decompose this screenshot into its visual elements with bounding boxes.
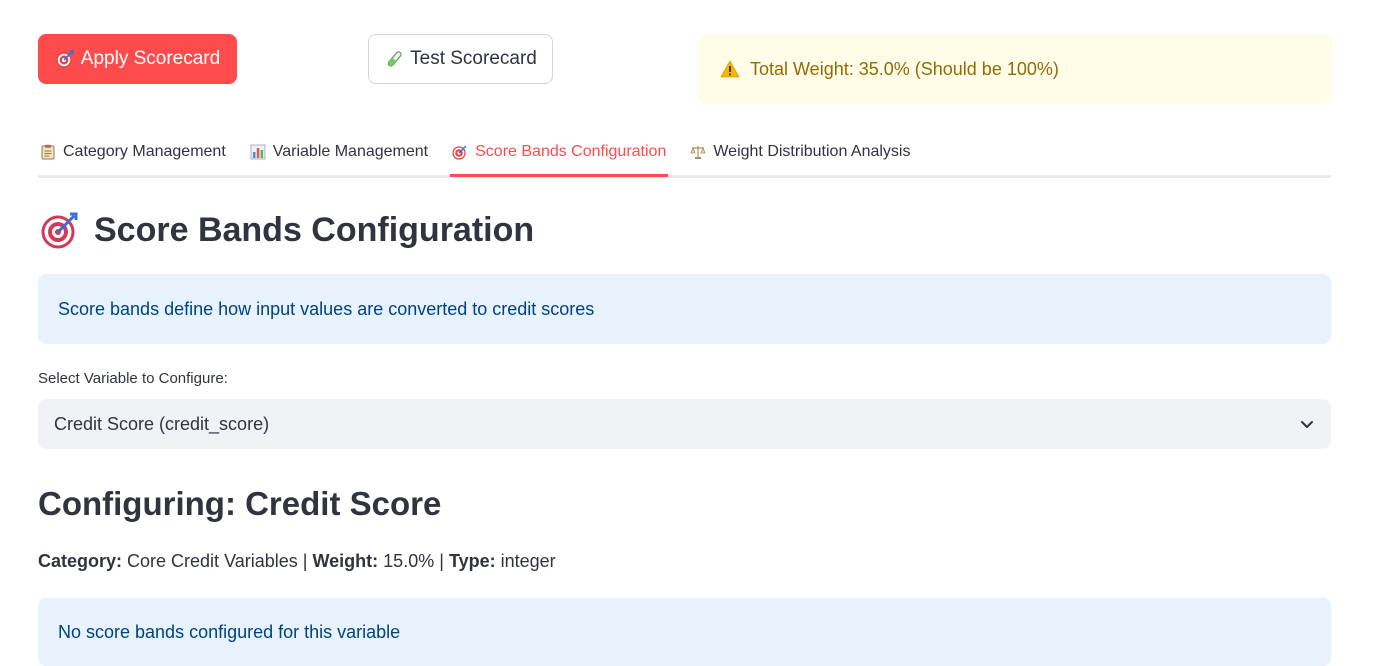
apply-scorecard-button[interactable]: Apply Scorecard bbox=[38, 34, 237, 84]
tab-weight-distribution-analysis[interactable]: Weight Distribution Analysis bbox=[688, 129, 912, 174]
page-title-text: Score Bands Configuration bbox=[94, 210, 535, 249]
scales-icon bbox=[690, 144, 706, 160]
variable-meta: Category: Core Credit Variables | Weight… bbox=[38, 551, 556, 572]
warning-text: Total Weight: 35.0% (Should be 100%) bbox=[750, 58, 1059, 79]
target-icon bbox=[40, 210, 80, 250]
tab-category-management[interactable]: Category Management bbox=[38, 129, 228, 174]
select-value: Credit Score (credit_score) bbox=[54, 413, 270, 434]
weight-label: Weight: bbox=[312, 551, 379, 571]
tab-variable-management[interactable]: Variable Management bbox=[248, 129, 430, 174]
chevron-down-icon bbox=[1299, 416, 1315, 432]
type-value: integer bbox=[500, 551, 556, 571]
empty-text: No score bands configured for this varia… bbox=[58, 621, 401, 642]
category-value: Core Credit Variables bbox=[127, 551, 298, 571]
separator: | bbox=[302, 551, 308, 571]
no-score-bands-info: No score bands configured for this varia… bbox=[38, 598, 1331, 666]
weight-value: 15.0% bbox=[383, 551, 435, 571]
configuring-title: Configuring: Credit Score bbox=[38, 485, 442, 522]
tab-score-bands-configuration[interactable]: Score Bands Configuration bbox=[450, 129, 669, 177]
test-scorecard-button[interactable]: Test Scorecard bbox=[368, 34, 553, 84]
separator: | bbox=[439, 551, 444, 571]
test-scorecard-label: Test Scorecard bbox=[410, 48, 537, 69]
type-label: Type: bbox=[448, 551, 496, 571]
variable-select[interactable]: Credit Score (credit_score) bbox=[38, 399, 1331, 449]
tab-bar: Category Management Variable Management … bbox=[38, 130, 1331, 178]
total-weight-warning: Total Weight: 35.0% (Should be 100%) bbox=[698, 34, 1332, 104]
dart-icon bbox=[55, 49, 75, 69]
target-icon bbox=[452, 144, 468, 160]
tab-label: Variable Management bbox=[272, 142, 429, 160]
bar-chart-icon bbox=[250, 144, 266, 160]
score-bands-info: Score bands define how input values are … bbox=[38, 274, 1331, 344]
tab-label: Score Bands Configuration bbox=[475, 142, 667, 160]
select-variable-label: Select Variable to Configure: bbox=[38, 370, 228, 387]
clipboard-icon bbox=[40, 144, 56, 160]
page-title: Score Bands Configuration bbox=[40, 210, 534, 250]
apply-scorecard-label: Apply Scorecard bbox=[80, 48, 221, 69]
test-tube-icon bbox=[384, 49, 404, 69]
category-label: Category: bbox=[38, 551, 123, 571]
info-text: Score bands define how input values are … bbox=[58, 298, 595, 319]
warning-icon bbox=[720, 60, 740, 78]
tab-label: Category Management bbox=[63, 142, 226, 160]
tab-label: Weight Distribution Analysis bbox=[713, 142, 911, 160]
